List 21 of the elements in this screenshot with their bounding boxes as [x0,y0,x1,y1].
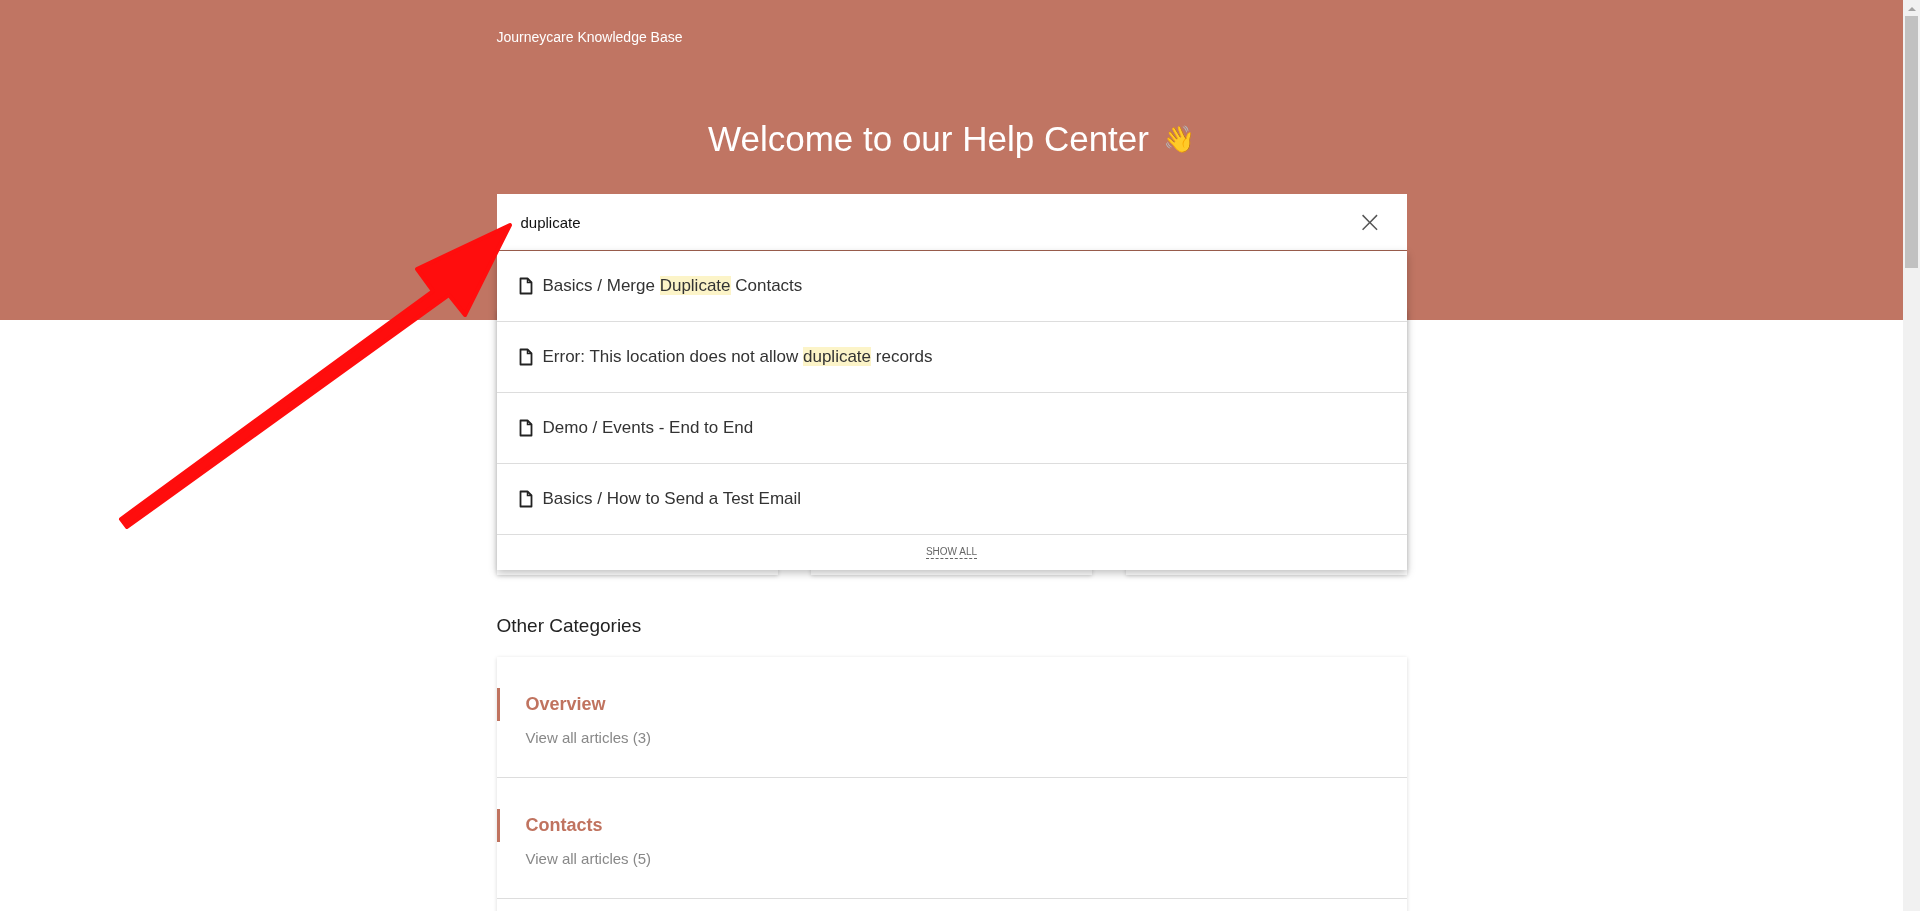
page-title: Welcome to our Help Center [708,119,1149,159]
view-articles-link[interactable]: View all articles (5) [525,850,652,867]
document-icon [518,490,533,508]
category-title[interactable]: Overview [496,688,606,721]
show-all-link[interactable]: SHOW ALL [925,546,978,559]
view-articles-link[interactable]: View all articles (3) [525,729,652,746]
category-title[interactable]: Contacts [496,809,603,842]
search-result[interactable]: Basics / How to Send a Test Email [496,464,1407,535]
search-result[interactable]: Basics / Merge Duplicate Contacts [496,251,1407,322]
document-icon [518,419,533,437]
scrollbar[interactable] [1903,0,1920,911]
search-result[interactable]: Demo / Events - End to End [496,393,1407,464]
site-brand[interactable]: Journeycare Knowledge Base [496,0,683,45]
search-result[interactable]: Error: This location does not allow duplicate records [496,322,1407,393]
section-heading: Other Categories [496,615,643,637]
waving-hand-emoji: 👋 [1162,123,1195,155]
document-icon [518,277,533,295]
search-field[interactable]: duplicate × [496,194,1407,251]
scroll-up-icon[interactable] [1907,7,1916,11]
document-icon [518,348,533,366]
scrollbar-thumb[interactable] [1905,16,1918,268]
